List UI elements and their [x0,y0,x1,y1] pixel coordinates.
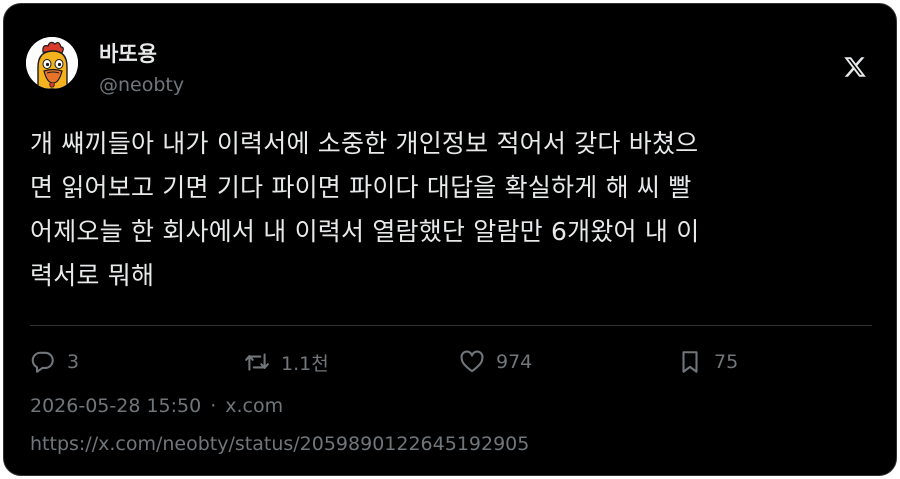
action-bar: 3 1.1천 974 75 [4,342,896,382]
like-count: 974 [496,351,533,373]
reply-icon [31,351,54,373]
retweet-icon [245,353,269,371]
tweet-text: 개 썌끼들아 내가 이력서에 소중한 개인정보 적어서 갖다 바쳤으 면 읽어보… [30,129,700,290]
like-button[interactable]: 974 [459,342,532,382]
bookmark-button[interactable]: 75 [677,342,738,382]
bookmark-count: 75 [714,351,739,373]
x-logo-icon[interactable] [842,55,868,79]
meta-separator: · [210,395,217,417]
user-handle[interactable]: @neobty [99,74,184,96]
timestamp[interactable]: 2026-05-28 15:50 [30,395,201,417]
bookmark-icon [682,351,698,373]
heart-icon [460,350,484,373]
tweet-url[interactable]: https://x.com/neobty/status/205989012264… [30,433,529,455]
retweet-button[interactable]: 1.1천 [244,342,329,382]
chicken-avatar-icon [26,37,78,89]
reply-button[interactable]: 3 [30,342,79,382]
reply-count: 3 [67,351,80,373]
divider [30,325,872,326]
display-name[interactable]: 바또용 [99,38,157,68]
avatar[interactable] [26,37,78,89]
tweet-card: 바또용 @neobty 개 썌끼들아 내가 이력서에 소중한 개인정보 적어서 … [3,3,897,476]
tweet-meta: 2026-05-28 15:50 · x.com [30,395,283,417]
source-label[interactable]: x.com [225,395,283,417]
retweet-count: 1.1천 [281,352,329,375]
